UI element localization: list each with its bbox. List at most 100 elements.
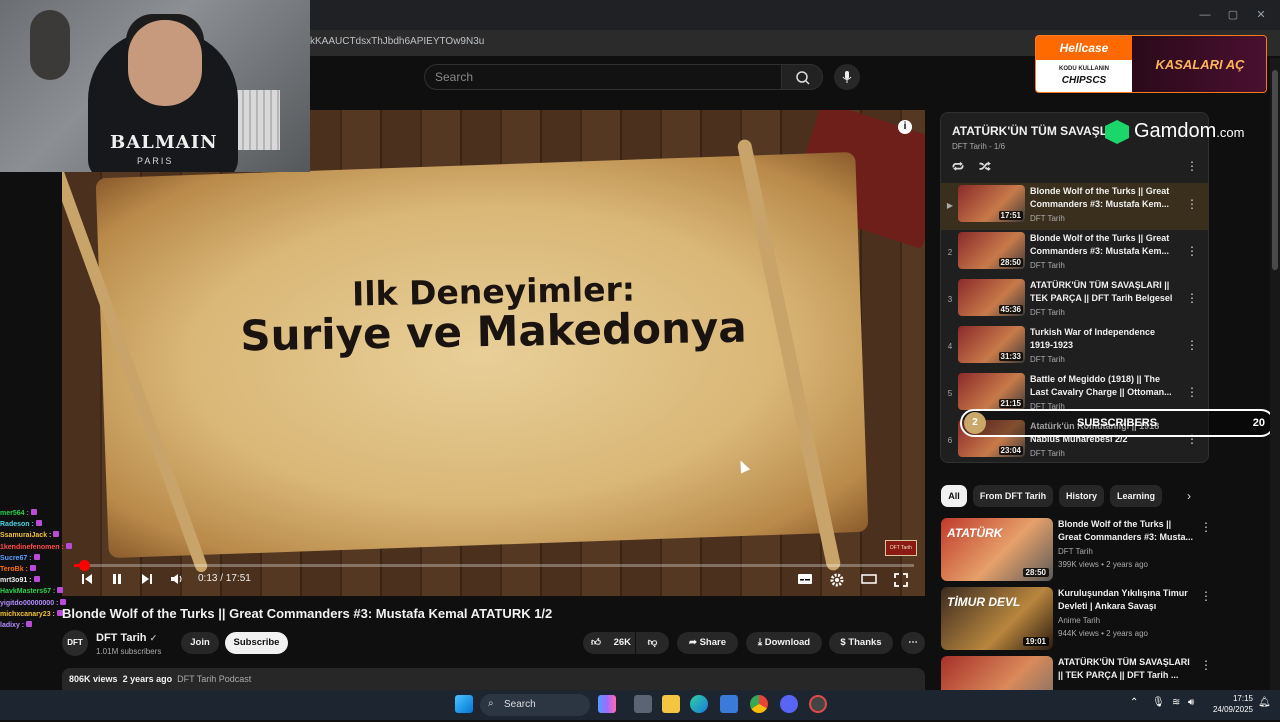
tray-overflow-icon[interactable]: ⌃ [1130,697,1138,708]
video-thumbnail[interactable]: ATATÜRK 28:50 [941,518,1053,581]
more-vertical-icon[interactable]: ⋮ [1186,385,1198,399]
taskbar-clock[interactable]: 17:15 24/09/2025 [1205,693,1253,715]
playlist-thumbnail[interactable]: 45:36 [958,279,1025,316]
start-icon[interactable] [455,695,473,713]
playlist-channel[interactable]: DFT Tarih [1030,261,1065,270]
recommended-video-title[interactable]: Blonde Wolf of the Turks || Great Comman… [1058,518,1196,544]
playlist-menu-icon[interactable]: ⋮ [1186,159,1198,173]
edge-icon[interactable] [690,695,708,713]
pause-button[interactable] [110,572,124,590]
close-window-button[interactable]: ✕ [1246,6,1276,24]
volume-button[interactable] [170,572,184,590]
chat-message: HavkMasters67 : [0,586,100,597]
chip-history[interactable]: History [1059,485,1104,507]
chat-message: TeroBk : [0,564,100,575]
channel-name[interactable]: DFT Tarih ✓ [96,632,157,644]
fullscreen-button[interactable] [893,572,909,590]
voice-search-button[interactable] [834,64,860,90]
more-vertical-icon[interactable]: ⋮ [1186,291,1198,305]
microphone-tray-icon[interactable]: 🎙︎ [1152,697,1165,708]
channel-avatar[interactable]: DFT [62,630,88,656]
discord-icon[interactable] [780,695,798,713]
theater-mode-button[interactable] [861,572,877,590]
chip-learning[interactable]: Learning [1110,485,1162,507]
video-player[interactable]: Ilk Deneyimler: Suriye ve Makedonya i DF… [62,110,925,596]
playlist-item[interactable]: 2 28:50 Blonde Wolf of the Turks || Great … [941,230,1208,277]
search-input[interactable]: Search [424,64,782,90]
recommended-meta: 944K views • 2 years ago [1058,629,1148,638]
search-button[interactable] [781,64,823,90]
widgets-icon[interactable] [598,695,616,713]
more-vertical-icon[interactable]: ⋮ [1200,658,1212,672]
maximize-button[interactable]: ▢ [1218,6,1248,24]
playlist-channel[interactable]: DFT Tarih [1030,308,1065,317]
playlist-index: 4 [947,342,953,351]
wifi-icon[interactable]: ≋ [1172,697,1180,708]
chip-all[interactable]: All [941,485,967,507]
like-button[interactable]: 👍︎ 26K [583,632,635,654]
recommended-video[interactable]: ATATÜRK 28:50 Blonde Wolf of the Turks || … [940,518,1212,584]
playlist-thumbnail[interactable]: 21:15 [958,373,1025,410]
more-vertical-icon[interactable]: ⋮ [1186,197,1198,211]
open-cases-cta[interactable]: KASALARI AÇ [1132,36,1266,92]
loop-icon[interactable]: 🔁︎ [952,159,964,176]
fullscreen-icon [894,573,908,587]
file-explorer-icon[interactable] [662,695,680,713]
search-icon [796,71,810,85]
scrollbar-thumb[interactable] [1272,70,1278,270]
playlist-thumbnail[interactable]: 31:33 [958,326,1025,363]
share-button[interactable]: ➦ Share [677,632,738,654]
taskbar-search[interactable]: Search [480,694,590,716]
settings-button[interactable] [829,572,845,590]
shuffle-icon[interactable]: 🔀︎ [979,159,991,176]
channel-name-text[interactable]: DFT Tarih [96,632,147,644]
join-button[interactable]: Join [181,632,219,654]
download-button[interactable]: ⤓ Download [746,632,822,654]
channel-watermark[interactable]: DFT Tarih [885,540,917,556]
playlist-video-title[interactable]: Blonde Wolf of the Turks || Great Comman… [1030,185,1180,211]
playlist-thumbnail[interactable]: 17:51 [958,185,1025,222]
playlist-channel[interactable]: DFT Tarih [1030,449,1065,458]
thanks-button[interactable]: $ Thanks [829,632,893,654]
video-thumbnail[interactable]: TİMUR DEVL 19:01 [941,587,1053,650]
store-icon[interactable] [720,695,738,713]
notifications-icon[interactable]: 🔔︎ [1258,697,1271,708]
subtitles-button[interactable] [797,572,813,590]
next-button[interactable] [140,572,154,590]
playlist-channel[interactable]: DFT Tarih [1030,355,1065,364]
info-icon[interactable]: i [898,120,912,134]
description-box[interactable]: 806K views 2 years ago DFT Tarih Podcast [62,668,925,690]
recommended-video[interactable]: TİMUR DEVL 19:01 Kuruluşundan Yıkılışına T… [940,587,1212,653]
more-vertical-icon[interactable]: ⋮ [1186,338,1198,352]
playlist-item[interactable]: 3 45:36 ATATÜRK'ÜN TÜM SAVAŞLARI || TEK PA… [941,277,1208,324]
chevron-right-icon[interactable]: › [1187,489,1191,503]
recommended-channel[interactable]: Anime Tarih [1058,616,1100,625]
chip-from-channel[interactable]: From DFT Tarih [973,485,1053,507]
more-vertical-icon[interactable]: ⋮ [1200,520,1212,534]
task-view-icon[interactable] [634,695,652,713]
playlist-item[interactable]: 4 31:33 Turkish War of Independence 1919-1… [941,324,1208,371]
dislike-button[interactable]: 👎︎ [636,632,669,654]
more-vertical-icon[interactable]: ⋮ [1200,589,1212,603]
playlist-thumbnail[interactable]: 28:50 [958,232,1025,269]
playlist-channel[interactable]: DFT Tarih [1030,214,1065,223]
playlist-item[interactable]: ▶ 17:51 Blonde Wolf of the Turks || Great … [941,183,1208,230]
more-vertical-icon[interactable]: ⋮ [1186,244,1198,258]
progress-bar[interactable] [74,560,914,571]
recommended-channel[interactable]: DFT Tarih [1058,547,1093,556]
playlist-video-title[interactable]: Blonde Wolf of the Turks || Great Comman… [1030,232,1180,258]
url-text[interactable]: kKAAUCTdsxThJbdh6APIEYTOw9N3u [310,36,484,47]
playlist-link[interactable]: DFT Tarih Podcast [177,674,251,684]
playlist-video-title[interactable]: Battle of Megiddo (1918) || The Last Cav… [1030,373,1180,399]
minimize-button[interactable]: — [1190,6,1220,24]
speaker-icon[interactable]: 🔊︎ [1188,697,1194,708]
recommended-video-title[interactable]: ATATÜRK'ÜN TÜM SAVAŞLARI || TEK PARÇA ||… [1058,656,1196,682]
playlist-video-title[interactable]: Turkish War of Independence 1919-1923 [1030,326,1180,352]
recommended-video-title[interactable]: Kuruluşundan Yıkılışına Timur Devleti | … [1058,587,1196,613]
subscribe-button[interactable]: Subscribe [225,632,288,654]
chrome-icon[interactable] [750,695,768,713]
playlist-video-title[interactable]: ATATÜRK'ÜN TÜM SAVAŞLARI || TEK PARÇA ||… [1030,279,1180,305]
more-actions-button[interactable]: ⋯ [901,632,925,654]
hellcase-ad-banner[interactable]: Hellcase KODU KULLANIN CHIPSCS KASALARI … [1035,35,1267,93]
obs-icon[interactable] [809,695,827,713]
